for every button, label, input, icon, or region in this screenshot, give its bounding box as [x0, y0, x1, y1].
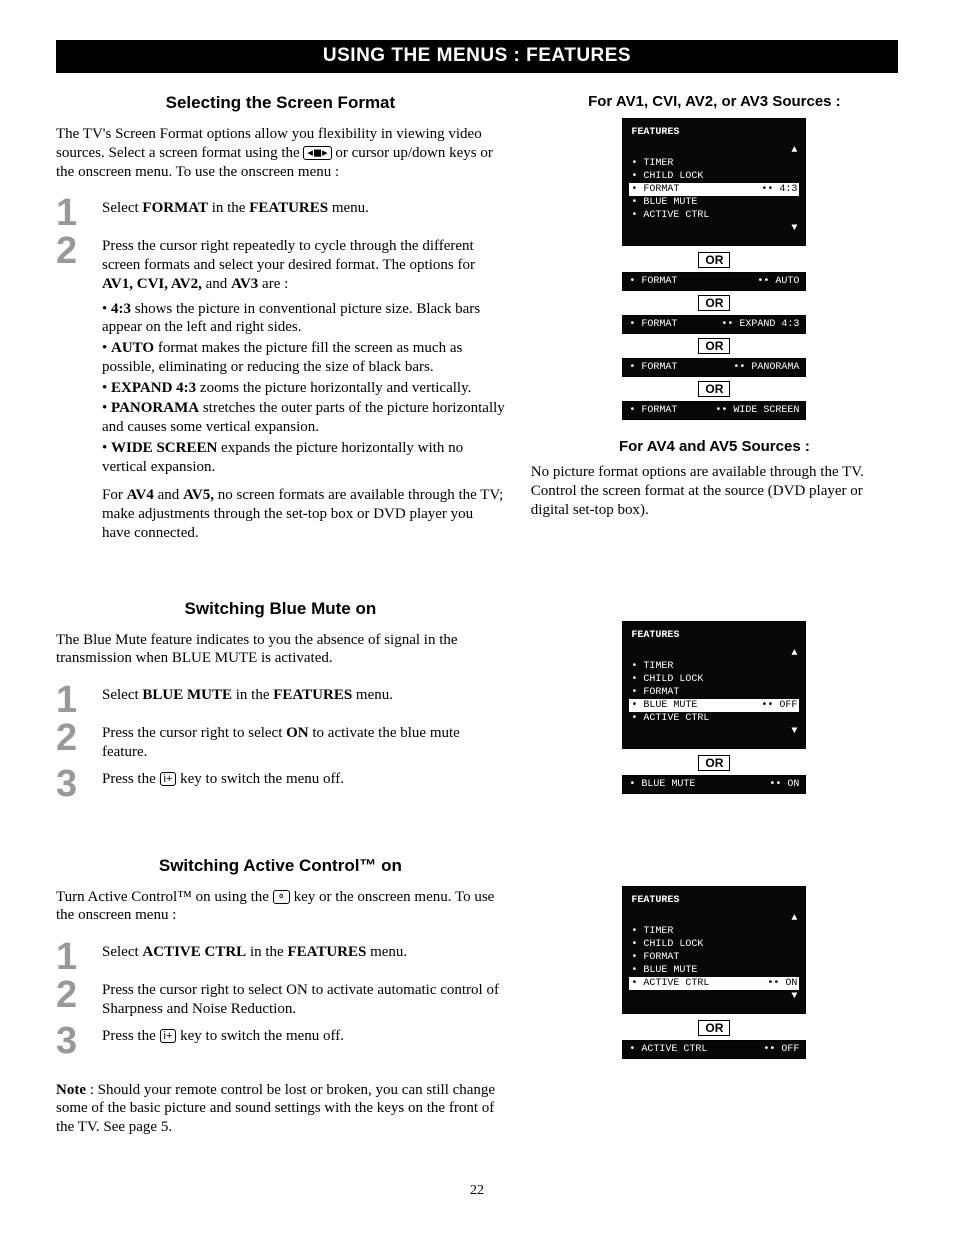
active-control-key-icon: ⚬ [273, 890, 290, 904]
step-2: 2 Press the cursor right repeatedly to c… [56, 235, 505, 542]
step-3: 3 Press the i+ key to switch the menu of… [56, 1025, 505, 1057]
osd-row-activectrl-off: • ACTIVE CTRL•• OFF [622, 1040, 806, 1059]
or-badge: OR [698, 381, 730, 397]
section-active-control: Switching Active Control™ on Turn Active… [56, 856, 898, 1153]
step-number: 1 [56, 684, 102, 716]
step-1: 1 Select ACTIVE CTRL in the FEATURES men… [56, 941, 505, 973]
step-number: 3 [56, 768, 102, 800]
or-badge: OR [698, 295, 730, 311]
step-3: 3 Press the i+ key to switch the menu of… [56, 768, 505, 800]
or-badge: OR [698, 252, 730, 268]
page-number: 22 [56, 1183, 898, 1199]
osd-row-bluemute-on: • BLUE MUTE•• ON [622, 775, 806, 794]
step-number: 2 [56, 979, 102, 1011]
step-number: 1 [56, 197, 102, 229]
section-blue-mute: Switching Blue Mute on The Blue Mute fea… [56, 599, 898, 806]
osd-row-format-panorama: • FORMAT•• PANORAMA [622, 358, 806, 377]
intro-active-control: Turn Active Control™ on using the ⚬ key … [56, 888, 505, 926]
or-badge: OR [698, 755, 730, 771]
osd-menu-features-bluemute: FEATURES ▲ • TIMER • CHILD LOCK • FORMAT… [622, 621, 806, 749]
osd-row-format-widescreen: • FORMAT•• WIDE SCREEN [622, 401, 806, 420]
step-2: 2 Press the cursor right to select ON to… [56, 722, 505, 762]
intro-screen-format: The TV's Screen Format options allow you… [56, 125, 505, 181]
page-title-bar: USING THE MENUS : FEATURES [56, 40, 898, 73]
format-key-icon: ◂◼▸ [303, 146, 331, 160]
subheading-av123: For AV1, CVI, AV2, or AV3 Sources : [531, 93, 898, 110]
intro-blue-mute: The Blue Mute feature indicates to you t… [56, 631, 505, 669]
step-1: 1 Select FORMAT in the FEATURES menu. [56, 197, 505, 229]
heading-screen-format: Selecting the Screen Format [56, 93, 505, 113]
section-screen-format: Selecting the Screen Format The TV's Scr… [56, 93, 898, 549]
osd-row-format-expand: • FORMAT•• EXPAND 4:3 [622, 315, 806, 334]
step-number: 1 [56, 941, 102, 973]
osd-menu-features-activectrl: FEATURES ▲ • TIMER • CHILD LOCK • FORMAT… [622, 886, 806, 1014]
step-number: 3 [56, 1025, 102, 1057]
step-2: 2 Press the cursor right to select ON to… [56, 979, 505, 1019]
step-number: 2 [56, 235, 102, 267]
step-1: 1 Select BLUE MUTE in the FEATURES menu. [56, 684, 505, 716]
heading-active-control: Switching Active Control™ on [56, 856, 505, 876]
or-badge: OR [698, 338, 730, 354]
subheading-av45: For AV4 and AV5 Sources : [531, 438, 898, 455]
or-badge: OR [698, 1020, 730, 1036]
osd-row-format-auto: • FORMAT•• AUTO [622, 272, 806, 291]
step-number: 2 [56, 722, 102, 754]
info-key-icon: i+ [160, 1029, 177, 1043]
note-text: Note : Should your remote control be los… [56, 1081, 505, 1137]
text-av45: No picture format options are available … [531, 463, 898, 519]
info-key-icon: i+ [160, 772, 177, 786]
heading-blue-mute: Switching Blue Mute on [56, 599, 505, 619]
osd-menu-features-format: FEATURES ▲ • TIMER • CHILD LOCK • FORMAT… [622, 118, 806, 246]
